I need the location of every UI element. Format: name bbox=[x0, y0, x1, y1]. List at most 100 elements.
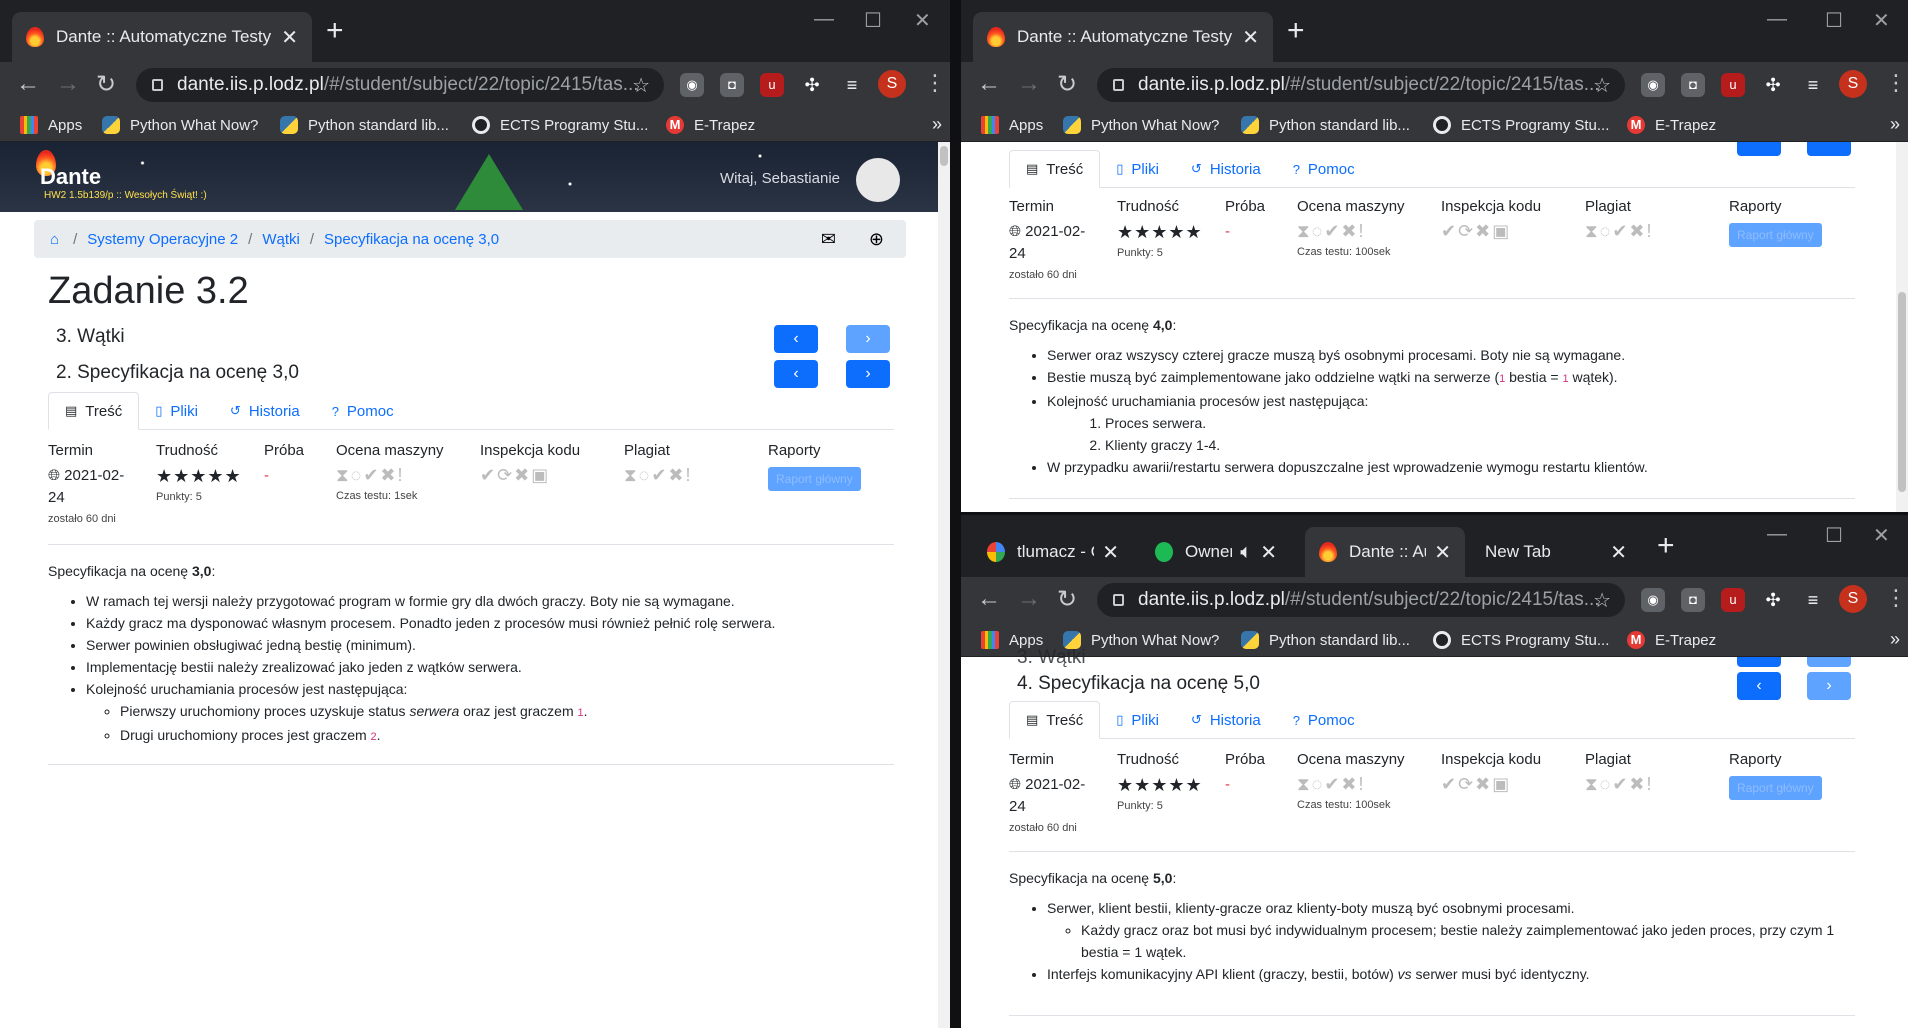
close-tab-icon[interactable]: ✕ bbox=[1242, 25, 1259, 50]
extension-icon-1[interactable]: ◉ bbox=[1641, 73, 1665, 97]
browser-tab-dante[interactable]: Dante :: Automatyczne Testy Jedn ✕ bbox=[12, 12, 312, 62]
bookmark-ects[interactable]: ECTS Programy Stu... bbox=[1433, 116, 1609, 134]
prev-spec-button[interactable]: ‹ bbox=[774, 360, 818, 388]
address-bar[interactable]: dante.iis.p.lodz.pl/#/student/subject/22… bbox=[1097, 583, 1625, 617]
menu-kebab-icon[interactable]: ⋮ bbox=[1885, 70, 1907, 96]
maximize-button[interactable]: ☐ bbox=[1825, 523, 1843, 548]
breadcrumb-topic[interactable]: Wątki bbox=[262, 231, 300, 248]
tab-pomoc[interactable]: ? Pomoc bbox=[1277, 150, 1371, 188]
camera-extension-icon[interactable]: ◘ bbox=[1681, 588, 1705, 612]
tab-pliki[interactable]: ▯ Pliki bbox=[1100, 701, 1175, 739]
zoom-in-icon[interactable]: ⊕ bbox=[869, 229, 884, 250]
envelope-icon[interactable]: ✉ bbox=[821, 229, 836, 250]
reload-button[interactable]: ↻ bbox=[1057, 70, 1077, 99]
tab-historia[interactable]: ↺ Historia bbox=[1175, 150, 1277, 188]
puzzle-extensions-icon[interactable]: ✣ bbox=[1761, 73, 1785, 97]
prev-spec-button[interactable]: ‹ bbox=[1737, 672, 1781, 700]
maximize-button[interactable]: ☐ bbox=[1825, 8, 1843, 33]
profile-avatar[interactable]: S bbox=[1839, 70, 1867, 98]
media-queue-icon[interactable]: ≡ bbox=[840, 73, 864, 97]
forward-button[interactable]: → bbox=[1017, 70, 1041, 98]
minimize-button[interactable]: — bbox=[1767, 8, 1787, 31]
camera-extension-icon[interactable]: ◘ bbox=[1681, 73, 1705, 97]
bookmark-star-icon[interactable]: ☆ bbox=[1593, 588, 1611, 613]
ublock-icon[interactable]: u bbox=[1721, 73, 1745, 97]
close-window-button[interactable]: ✕ bbox=[914, 8, 931, 33]
minimize-button[interactable]: — bbox=[814, 8, 834, 31]
menu-kebab-icon[interactable]: ⋮ bbox=[1885, 585, 1907, 611]
close-window-button[interactable]: ✕ bbox=[1873, 523, 1890, 548]
bookmarks-overflow-icon[interactable]: » bbox=[932, 114, 942, 135]
close-tab-icon[interactable]: ✕ bbox=[281, 25, 298, 50]
bookmarks-overflow-icon[interactable]: » bbox=[1890, 114, 1900, 135]
bookmark-etrapez[interactable]: M E-Trapez bbox=[1627, 631, 1716, 649]
bookmarks-overflow-icon[interactable]: » bbox=[1890, 629, 1900, 650]
address-bar[interactable]: dante.iis.p.lodz.pl/#/student/subject/22… bbox=[136, 68, 664, 102]
tab-tresc[interactable]: ▤ Treść bbox=[1009, 150, 1101, 188]
tab-historia[interactable]: ↺ Historia bbox=[1175, 701, 1277, 739]
main-report-button[interactable]: Raport główny bbox=[768, 467, 861, 491]
bookmark-star-icon[interactable]: ☆ bbox=[1593, 73, 1611, 98]
menu-kebab-icon[interactable]: ⋮ bbox=[924, 70, 946, 96]
next-spec-button[interactable]: › bbox=[1807, 672, 1851, 700]
back-button[interactable]: ← bbox=[977, 585, 1001, 613]
tab-tresc[interactable]: ▤ Treść bbox=[1009, 701, 1101, 739]
browser-tab-dante[interactable]: Dante :: Auto ✕ bbox=[1305, 527, 1465, 577]
forward-button[interactable]: → bbox=[56, 70, 80, 98]
profile-avatar[interactable]: S bbox=[1839, 585, 1867, 613]
main-report-button[interactable]: Raport główny bbox=[1729, 776, 1822, 800]
reload-button[interactable]: ↻ bbox=[96, 70, 116, 99]
bookmark-python-stdlib[interactable]: Python standard lib... bbox=[280, 116, 449, 134]
bookmark-python-what-now[interactable]: Python What Now? bbox=[1063, 116, 1219, 134]
minimize-button[interactable]: — bbox=[1767, 523, 1787, 546]
browser-tab-google[interactable]: tlumacz - Go ✕ bbox=[973, 527, 1133, 577]
tab-historia[interactable]: ↺ Historia bbox=[214, 392, 316, 430]
bookmark-ects[interactable]: ECTS Programy Stu... bbox=[1433, 631, 1609, 649]
bookmark-ects[interactable]: ECTS Programy Stu... bbox=[472, 116, 648, 134]
breadcrumb-subject[interactable]: Systemy Operacyjne 2 bbox=[87, 231, 238, 248]
tab-tresc[interactable]: ▤ Treść bbox=[48, 392, 140, 430]
close-tab-icon[interactable]: ✕ bbox=[1102, 540, 1119, 565]
next-topic-button-partial[interactable] bbox=[1807, 657, 1851, 667]
ublock-icon[interactable]: u bbox=[760, 73, 784, 97]
puzzle-extensions-icon[interactable]: ✣ bbox=[1761, 588, 1785, 612]
bookmark-star-icon[interactable]: ☆ bbox=[632, 73, 650, 98]
bookmark-python-stdlib[interactable]: Python standard lib... bbox=[1241, 116, 1410, 134]
next-topic-button[interactable]: › bbox=[846, 325, 890, 353]
forward-button[interactable]: → bbox=[1017, 585, 1041, 613]
prev-topic-button-partial[interactable] bbox=[1737, 657, 1781, 667]
bookmark-apps[interactable]: Apps bbox=[981, 116, 1043, 134]
bookmark-etrapez[interactable]: M E-Trapez bbox=[1627, 116, 1716, 134]
media-queue-icon[interactable]: ≡ bbox=[1801, 588, 1825, 612]
extension-icon-1[interactable]: ◉ bbox=[680, 73, 704, 97]
new-tab-button[interactable]: + bbox=[326, 14, 344, 48]
browser-tab-dante[interactable]: Dante :: Automatyczne Testy Jedn ✕ bbox=[973, 12, 1273, 62]
media-queue-icon[interactable]: ≡ bbox=[1801, 73, 1825, 97]
address-bar[interactable]: dante.iis.p.lodz.pl/#/student/subject/22… bbox=[1097, 68, 1625, 102]
scrollbar[interactable] bbox=[938, 142, 950, 1028]
breadcrumb-task[interactable]: Specyfikacja na ocenę 3,0 bbox=[324, 231, 499, 248]
browser-tab-spotify[interactable]: Owner o 🔈︎ ✕ bbox=[1141, 527, 1291, 577]
prev-topic-button[interactable]: ‹ bbox=[774, 325, 818, 353]
close-tab-icon[interactable]: ✕ bbox=[1610, 540, 1627, 565]
close-tab-icon[interactable]: ✕ bbox=[1434, 540, 1451, 565]
speaker-icon[interactable]: 🔈︎ bbox=[1240, 541, 1252, 564]
site-logo[interactable]: Dante bbox=[40, 164, 101, 190]
tab-pomoc[interactable]: ? Pomoc bbox=[316, 392, 410, 430]
tab-pomoc[interactable]: ? Pomoc bbox=[1277, 701, 1371, 739]
reload-button[interactable]: ↻ bbox=[1057, 585, 1077, 614]
home-icon[interactable]: ⌂ bbox=[50, 231, 59, 248]
bookmark-etrapez[interactable]: M E-Trapez bbox=[666, 116, 755, 134]
browser-tab-new[interactable]: New Tab ✕ bbox=[1471, 527, 1641, 577]
new-tab-button[interactable]: + bbox=[1287, 14, 1305, 48]
main-report-button[interactable]: Raport główny bbox=[1729, 223, 1822, 247]
extension-icon-1[interactable]: ◉ bbox=[1641, 588, 1665, 612]
back-button[interactable]: ← bbox=[16, 70, 40, 98]
bookmark-python-stdlib[interactable]: Python standard lib... bbox=[1241, 631, 1410, 649]
scrollbar[interactable] bbox=[1896, 142, 1908, 512]
maximize-button[interactable]: ☐ bbox=[864, 8, 882, 33]
back-button[interactable]: ← bbox=[977, 70, 1001, 98]
close-window-button[interactable]: ✕ bbox=[1873, 8, 1890, 33]
new-tab-button[interactable]: + bbox=[1657, 529, 1675, 563]
ublock-icon[interactable]: u bbox=[1721, 588, 1745, 612]
